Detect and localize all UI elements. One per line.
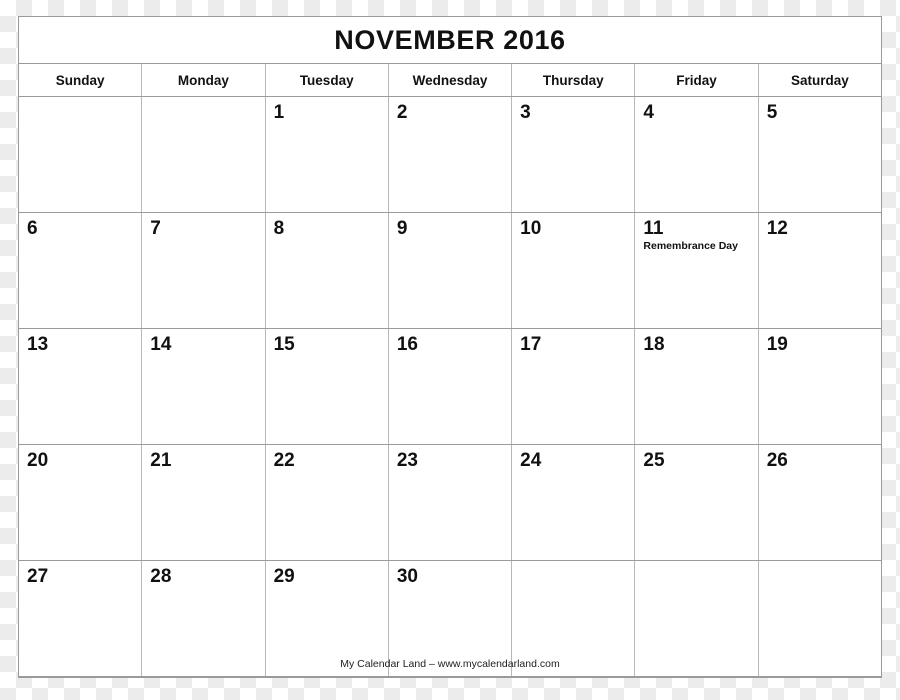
day-number: 21 xyxy=(150,450,172,471)
day-number: 1 xyxy=(273,102,285,123)
day-number: 11 xyxy=(643,218,664,239)
day-number: 9 xyxy=(396,218,408,239)
day-cell[interactable]: 2 xyxy=(389,97,513,212)
day-number: 8 xyxy=(273,218,285,239)
day-cell[interactable]: 8 xyxy=(266,213,389,328)
weekday-label: Thursday xyxy=(542,72,604,88)
calendar-weeks-grid: 1 2 3 4 5 6 7 8 9 10 11 Remembrance Day … xyxy=(19,97,881,677)
day-cell[interactable]: 24 xyxy=(512,445,636,560)
day-cell[interactable]: 22 xyxy=(266,445,389,560)
day-number: 12 xyxy=(766,218,788,239)
weekday-label: Tuesday xyxy=(299,72,354,88)
day-cell[interactable]: 5 xyxy=(759,97,881,212)
day-number: 10 xyxy=(520,218,542,239)
day-cell[interactable]: 4 xyxy=(635,97,759,212)
weekday-header-saturday: Saturday xyxy=(759,64,881,96)
day-cell[interactable]: 29 xyxy=(266,561,389,676)
day-number: 26 xyxy=(766,450,788,471)
day-cell[interactable] xyxy=(142,97,266,212)
day-number: 22 xyxy=(273,450,295,471)
day-number: 14 xyxy=(150,334,172,355)
weekday-label: Sunday xyxy=(55,72,105,88)
day-cell[interactable]: 30 xyxy=(389,561,513,676)
day-number: 23 xyxy=(396,450,418,471)
day-number: 25 xyxy=(643,450,665,471)
page-title: NOVEMBER 2016 xyxy=(334,24,566,55)
day-event: Remembrance Day xyxy=(643,239,738,252)
day-number: 16 xyxy=(396,334,418,355)
day-cell-remembrance-day[interactable]: 11 Remembrance Day xyxy=(635,213,759,328)
day-number: 15 xyxy=(273,334,295,355)
weekday-header-tuesday: Tuesday xyxy=(266,64,389,96)
weekday-label: Wednesday xyxy=(412,72,488,88)
day-cell[interactable]: 16 xyxy=(389,329,513,444)
weekday-label: Friday xyxy=(676,72,717,88)
day-number: 19 xyxy=(766,334,788,355)
day-cell[interactable]: 9 xyxy=(389,213,513,328)
day-number: 28 xyxy=(150,566,172,587)
weekday-header-sunday: Sunday xyxy=(19,64,143,96)
day-number: 5 xyxy=(766,102,778,123)
weekday-label: Monday xyxy=(177,72,229,88)
day-number: 30 xyxy=(396,566,418,587)
day-number: 4 xyxy=(643,102,654,123)
day-number: 27 xyxy=(27,566,49,587)
day-number: 2 xyxy=(396,102,408,123)
day-cell[interactable]: 20 xyxy=(19,445,143,560)
week-row: 1 2 3 4 5 xyxy=(19,97,881,213)
day-number: 3 xyxy=(520,102,531,123)
day-number: 13 xyxy=(27,334,49,355)
weekday-header-monday: Monday xyxy=(142,64,266,96)
day-cell[interactable] xyxy=(635,561,759,676)
day-cell[interactable] xyxy=(759,561,881,676)
day-cell[interactable]: 21 xyxy=(142,445,266,560)
day-cell[interactable]: 25 xyxy=(635,445,759,560)
day-number: 24 xyxy=(520,450,542,471)
day-cell[interactable]: 27 xyxy=(19,561,143,676)
day-number: 18 xyxy=(643,334,665,355)
week-row: 27 28 29 30 xyxy=(19,561,881,677)
day-cell[interactable]: 13 xyxy=(19,329,143,444)
day-cell[interactable]: 28 xyxy=(142,561,266,676)
day-cell[interactable]: 26 xyxy=(759,445,881,560)
calendar-page: NOVEMBER 2016 Sunday Monday Tuesday Wedn… xyxy=(18,16,882,678)
day-cell[interactable]: 12 xyxy=(759,213,881,328)
day-number: 6 xyxy=(27,218,38,239)
day-cell[interactable]: 7 xyxy=(142,213,266,328)
weekday-header-friday: Friday xyxy=(635,64,759,96)
weekday-label: Saturday xyxy=(790,72,849,88)
day-cell[interactable]: 18 xyxy=(635,329,759,444)
weekday-header-thursday: Thursday xyxy=(512,64,636,96)
calendar-title-bar: NOVEMBER 2016 xyxy=(19,17,881,64)
day-number: 7 xyxy=(150,218,161,239)
day-number: 20 xyxy=(27,450,49,471)
day-cell[interactable]: 19 xyxy=(759,329,881,444)
day-cell[interactable] xyxy=(19,97,143,212)
weekday-header-row: Sunday Monday Tuesday Wednesday Thursday… xyxy=(19,64,881,97)
day-cell[interactable]: 14 xyxy=(142,329,266,444)
day-cell[interactable] xyxy=(512,561,636,676)
day-cell[interactable]: 10 xyxy=(512,213,636,328)
day-cell[interactable]: 6 xyxy=(19,213,143,328)
day-number: 17 xyxy=(520,334,542,355)
day-cell[interactable]: 15 xyxy=(266,329,389,444)
week-row: 13 14 15 16 17 18 19 xyxy=(19,329,881,445)
week-row: 20 21 22 23 24 25 26 xyxy=(19,445,881,561)
day-cell[interactable]: 3 xyxy=(512,97,636,212)
week-row: 6 7 8 9 10 11 Remembrance Day 12 xyxy=(19,213,881,329)
day-cell[interactable]: 17 xyxy=(512,329,636,444)
weekday-header-wednesday: Wednesday xyxy=(389,64,513,96)
day-cell[interactable]: 1 xyxy=(266,97,389,212)
day-cell[interactable]: 23 xyxy=(389,445,513,560)
day-number: 29 xyxy=(273,566,295,587)
